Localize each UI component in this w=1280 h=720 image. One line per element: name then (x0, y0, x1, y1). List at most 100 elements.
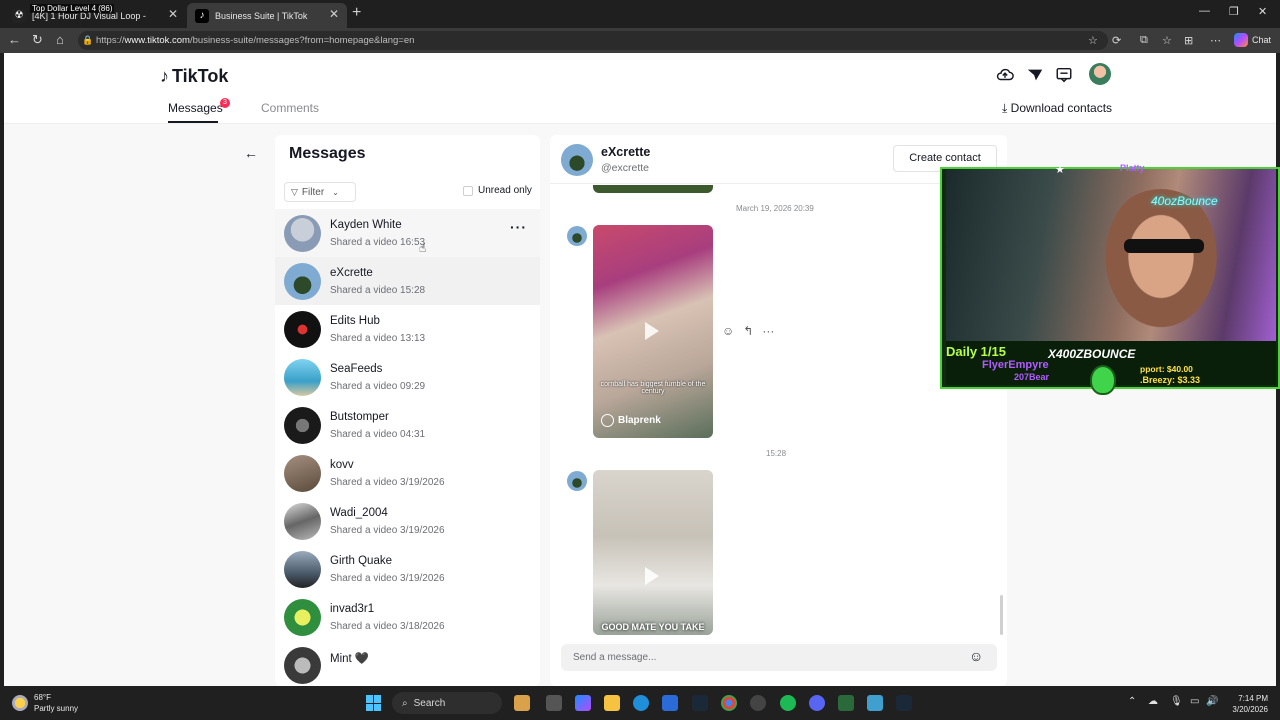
conversation-preview: Shared a video 16:53 (330, 237, 426, 248)
refresh-icon[interactable]: ↻ (32, 32, 43, 48)
taskbar-search[interactable]: ⌕ Search (392, 692, 502, 714)
reply-icon[interactable]: ↰ (743, 324, 753, 338)
avatar (284, 263, 321, 300)
overlay-subscriber: 207Bear (1014, 372, 1050, 382)
inbox-icon[interactable] (1055, 66, 1073, 84)
more-options-icon[interactable]: ··· (762, 324, 774, 338)
conversation-preview: Shared a video 3/19/2026 (330, 477, 445, 488)
conversation-item[interactable]: Kayden White Shared a video 16:53 ··· (275, 209, 540, 257)
tab-messages[interactable]: Messages 3 (168, 98, 230, 123)
tray-chevron-icon[interactable]: ⌃ (1128, 696, 1136, 707)
close-tab-icon[interactable]: ✕ (168, 7, 178, 21)
discord-icon[interactable] (809, 695, 825, 711)
spotify-icon[interactable] (780, 695, 796, 711)
profile-avatar[interactable] (1089, 63, 1111, 85)
daily-counter: Daily 1/15 (946, 344, 1006, 359)
start-button-icon[interactable] (366, 695, 382, 711)
display-icon[interactable]: ▭ (1190, 696, 1199, 707)
maximize-icon[interactable]: ❐ (1229, 5, 1239, 18)
unread-checkbox[interactable] (463, 185, 473, 196)
conversation-item[interactable]: Girth Quake Shared a video 3/19/2026 (275, 545, 540, 593)
download-contacts-button[interactable]: ⤓ Download contacts (1002, 101, 1112, 116)
favorite-star-icon[interactable]: ☆ (1088, 34, 1098, 47)
conversation-item[interactable]: Mint 🖤 (275, 641, 540, 686)
conversation-item[interactable]: SeaFeeds Shared a video 09:29 (275, 353, 540, 401)
url-text: https://www.tiktok.com/business-suite/me… (96, 35, 415, 46)
split-screen-icon[interactable]: ⧉ (1140, 34, 1148, 47)
overlay-follower: FlyerEmpyre (982, 359, 1049, 371)
browser-tab-tiktok[interactable]: ♪ Business Suite | TikTok ✕ (187, 3, 347, 28)
edge-browser-icon[interactable] (633, 695, 649, 711)
chat-scrollbar[interactable] (1000, 595, 1003, 635)
minimize-icon[interactable]: — (1199, 5, 1210, 17)
conversation-preview: Shared a video 3/19/2026 (330, 573, 445, 584)
tiktok-note-icon: ♪ (160, 66, 169, 86)
previous-video-thumbnail[interactable] (593, 185, 713, 193)
conversation-item[interactable]: kovv Shared a video 3/19/2026 (275, 449, 540, 497)
emoji-icon[interactable]: ☺ (969, 648, 983, 664)
widgets-app-icon[interactable] (514, 695, 530, 711)
steam-client-icon[interactable] (896, 695, 912, 711)
system-clock[interactable]: 7:14 PM 3/20/2026 (1222, 693, 1268, 715)
streamer-face (1096, 189, 1226, 339)
microphone-icon[interactable]: 🎙 (1170, 696, 1183, 707)
message-input[interactable]: Send a message... ☺ (561, 644, 997, 671)
weather-widget[interactable]: 68°F Partly sunny (12, 692, 78, 714)
conversation-preview: Shared a video 15:28 (330, 285, 426, 296)
conversation-item[interactable]: Wadi_2004 Shared a video 3/19/2026 (275, 497, 540, 545)
copilot-chat-button[interactable]: Chat (1234, 33, 1271, 47)
conversation-item[interactable]: Butstomper Shared a video 04:31 (275, 401, 540, 449)
conversation-item[interactable]: eXcrette Shared a video 15:28 (275, 257, 540, 305)
overlay-donation: .Breezy: $3.33 (1140, 375, 1201, 385)
upload-cloud-icon[interactable] (996, 66, 1014, 84)
react-emoji-icon[interactable]: ☺ (722, 324, 734, 338)
message-timestamp: 15:28 (766, 449, 787, 458)
file-explorer-icon[interactable] (604, 695, 620, 711)
steam-icon[interactable] (692, 695, 708, 711)
filter-dropdown[interactable]: ▽ Filter ⌄ (284, 182, 356, 202)
onedrive-icon[interactable]: ☁ (1148, 696, 1158, 707)
filter-icon: ▽ (291, 186, 298, 197)
video-author: Blaprenk (601, 414, 661, 427)
excel-icon[interactable] (838, 695, 854, 711)
unread-only-toggle[interactable]: Unread only (463, 185, 532, 196)
browser-tab-bar: ☢ [4K] 1 Hour DJ Visual Loop - ✕ Top Dol… (0, 0, 1280, 28)
address-bar[interactable]: 🔒 https://www.tiktok.com/business-suite/… (78, 31, 1108, 50)
task-view-icon[interactable] (546, 695, 562, 711)
favorites-icon[interactable]: ☆ (1162, 34, 1172, 47)
obs-icon[interactable] (750, 695, 766, 711)
conversation-item[interactable]: Edits Hub Shared a video 13:13 (275, 305, 540, 353)
chrome-icon[interactable] (721, 695, 737, 711)
play-icon (645, 567, 659, 585)
close-window-icon[interactable]: ✕ (1258, 5, 1267, 18)
play-icon (645, 322, 659, 340)
back-icon[interactable]: ← (8, 32, 21, 47)
conversation-panel: Messages ▽ Filter ⌄ Unread only Kayden W… (275, 135, 540, 686)
collections-icon[interactable]: ⊞ (1184, 34, 1193, 47)
avatar[interactable] (561, 144, 593, 176)
conversation-item[interactable]: invad3r1 Shared a video 3/18/2026 (275, 593, 540, 641)
alien-icon (1090, 365, 1116, 395)
tiktok-logo[interactable]: ♪ TikTok (160, 66, 228, 87)
send-icon[interactable] (1026, 66, 1044, 84)
avatar (284, 407, 321, 444)
conversation-name: eXcrette (330, 267, 373, 279)
conversation-list: Kayden White Shared a video 16:53 ··· eX… (275, 209, 540, 686)
shared-video-thumbnail[interactable]: GOOD MATE YOU TAKE (593, 470, 713, 635)
copilot-app-icon[interactable] (575, 695, 591, 711)
tab-comments[interactable]: Comments (261, 101, 319, 115)
back-arrow-icon[interactable]: ← (244, 145, 258, 161)
notepad-icon[interactable] (867, 695, 883, 711)
store-icon[interactable] (662, 695, 678, 711)
shared-video-thumbnail[interactable]: cornball has biggest fumble of the centu… (593, 225, 713, 438)
weather-icon (12, 695, 28, 711)
conversation-preview: Shared a video 3/19/2026 (330, 525, 445, 536)
new-tab-icon[interactable]: + (352, 4, 361, 22)
chevron-down-icon: ⌄ (332, 187, 339, 197)
extensions-icon[interactable]: ⟳ (1112, 34, 1121, 47)
more-options-icon[interactable]: ··· (510, 219, 527, 235)
home-icon[interactable]: ⌂ (56, 32, 64, 47)
menu-icon[interactable]: ⋯ (1210, 34, 1221, 47)
volume-icon[interactable]: 🔊 (1206, 696, 1218, 707)
close-tab-icon[interactable]: ✕ (329, 7, 339, 21)
